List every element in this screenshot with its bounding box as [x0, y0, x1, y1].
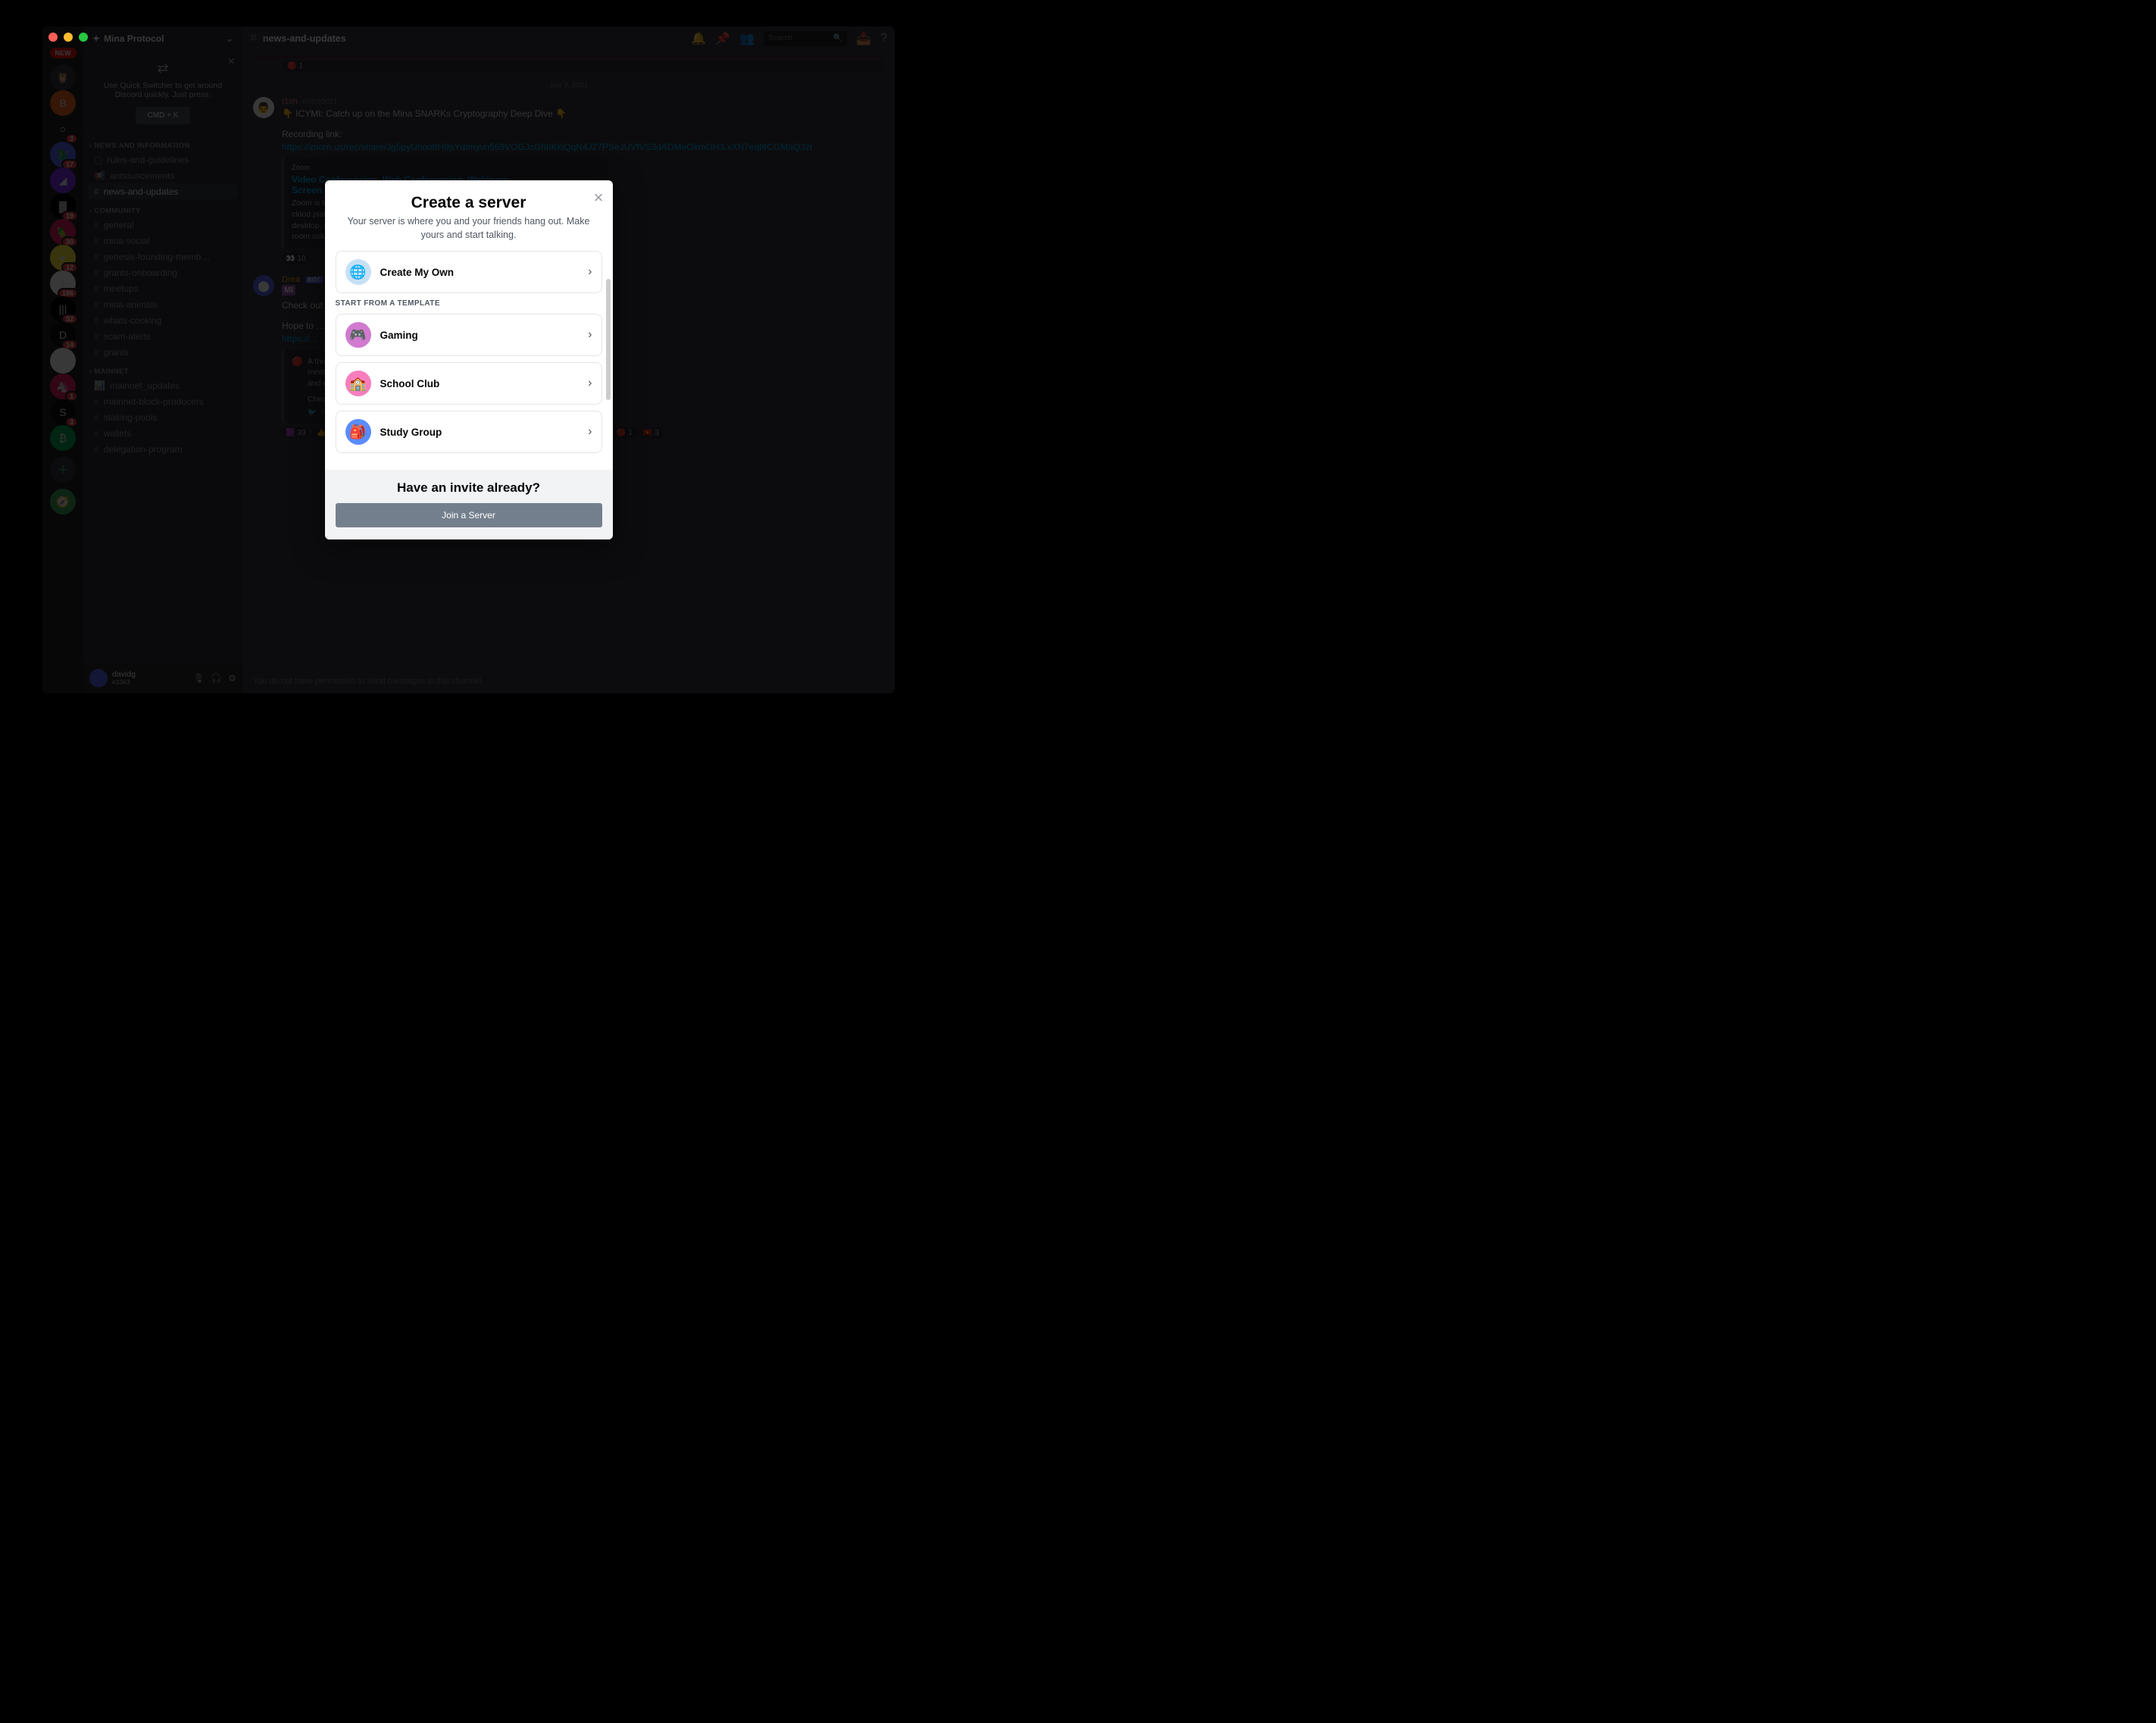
chevron-right-icon: ›: [588, 265, 592, 279]
template-icon: 🎮: [345, 322, 371, 348]
modal-subtitle: Your server is where you and your friend…: [325, 215, 613, 251]
option-label: Gaming: [380, 330, 580, 341]
template-option[interactable]: 🏫 School Club ›: [336, 362, 602, 405]
minimize-window-icon[interactable]: [64, 33, 73, 42]
mac-traffic-lights: [48, 33, 88, 42]
option-label: Study Group: [380, 427, 580, 438]
create-server-modal: × Create a server Your server is where y…: [325, 180, 613, 539]
option-label: School Club: [380, 378, 580, 389]
template-header: START FROM A TEMPLATE: [336, 299, 602, 308]
template-icon: 🏫: [345, 371, 371, 396]
close-icon[interactable]: ×: [594, 188, 604, 208]
chevron-right-icon: ›: [588, 328, 592, 342]
template-option[interactable]: 🎮 Gaming ›: [336, 314, 602, 356]
modal-title: Create a server: [325, 180, 613, 215]
option-label: Create My Own: [380, 267, 580, 278]
invite-question: Have an invite already?: [336, 480, 602, 496]
scrollbar[interactable]: [606, 279, 611, 400]
chevron-right-icon: ›: [588, 425, 592, 439]
close-window-icon[interactable]: [48, 33, 58, 42]
join-server-button[interactable]: Join a Server: [336, 503, 602, 527]
template-icon: 🎒: [345, 419, 371, 445]
globe-icon: 🌐: [345, 259, 371, 285]
template-option[interactable]: 🎒 Study Group ›: [336, 411, 602, 453]
option-create-own[interactable]: 🌐 Create My Own ›: [336, 251, 602, 293]
chevron-right-icon: ›: [588, 377, 592, 390]
maximize-window-icon[interactable]: [79, 33, 88, 42]
